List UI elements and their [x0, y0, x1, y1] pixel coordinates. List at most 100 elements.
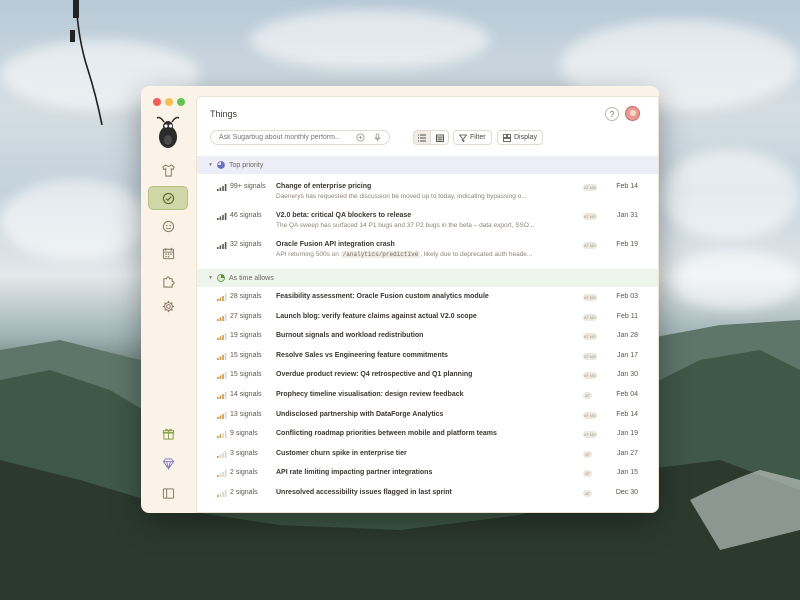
group-label: Top priority [229, 161, 264, 169]
assignee-badge: AT MO [583, 352, 597, 360]
check-circle-icon [162, 192, 174, 204]
avatar[interactable] [625, 106, 640, 121]
table-row[interactable]: 15 signals Overdue product review: Q4 ret… [197, 366, 658, 385]
group-label: As time allows [229, 274, 274, 282]
row-title: Oracle Fusion API integration crash [276, 241, 395, 248]
assignee-badge: AT [583, 450, 592, 458]
signal-strength-icon [217, 184, 227, 191]
signal-strength-icon [217, 411, 227, 419]
assignee-badge: AT [583, 392, 592, 399]
group-header-as-time-allows[interactable]: ▼ As time allows [197, 269, 658, 287]
assignee-badge: AT MO [583, 213, 597, 220]
filter-button[interactable]: Filter [453, 130, 492, 145]
sidebar-item-people[interactable] [148, 214, 188, 238]
row-title: Resolve Sales vs Engineering feature com… [276, 351, 448, 359]
sidebar-toggle-button[interactable] [148, 481, 188, 505]
signal-count: 19 signals [230, 332, 262, 340]
table-row[interactable]: 2 signals API rate limiting impacting par… [197, 464, 658, 483]
signal-strength-icon [217, 333, 227, 341]
signal-strength-icon [217, 352, 227, 360]
table-row[interactable]: 15 signals Resolve Sales vs Engineering f… [197, 347, 658, 366]
signal-strength-icon [217, 392, 227, 399]
signal-count: 46 signals [230, 212, 262, 219]
signal-strength-icon [217, 470, 227, 478]
signal-strength-icon [217, 313, 227, 321]
row-title: Burnout signals and workload redistribut… [276, 332, 424, 340]
row-date: Jan 30 [616, 371, 638, 379]
assignee-badge: AT MO [583, 242, 597, 249]
signal-count: 2 signals [230, 489, 258, 496]
endpoint-code: /analytics/predictive [340, 251, 421, 258]
sidebar-item-calendar[interactable] [148, 241, 188, 265]
signal-count: 3 signals [230, 449, 258, 457]
signal-count: 9 signals [230, 430, 258, 438]
signal-strength-icon [217, 431, 227, 439]
assignee-badge: AT [583, 490, 592, 497]
table-row[interactable]: 27 signals Launch blog: verify feature cl… [197, 308, 658, 327]
signal-count: 15 signals [230, 351, 262, 359]
filter-icon [459, 134, 467, 142]
row-description: API returning 500s on /analytics/predict… [276, 251, 556, 258]
diamond-icon [162, 457, 174, 470]
signal-strength-icon [217, 213, 227, 220]
display-icon [503, 133, 511, 142]
row-date: Jan 27 [616, 449, 638, 457]
sidebar-item-things[interactable] [148, 186, 188, 210]
signal-count: 28 signals [230, 293, 262, 300]
table-row[interactable]: 19 signals Burnout signals and workload r… [197, 327, 658, 346]
table-row[interactable]: 32 signals Oracle Fusion API integration… [197, 236, 658, 265]
help-button[interactable]: ? [605, 107, 619, 121]
table-row[interactable]: 9 signals Conflicting roadmap priorities … [197, 425, 658, 444]
row-date: Jan 17 [616, 351, 638, 359]
app-window: Things ? Filter Display ▼ Top priority [141, 86, 659, 513]
row-description: The QA sweep has surfaced 14 P1 bugs and… [276, 222, 535, 229]
maximize-window-button[interactable] [177, 98, 185, 106]
row-title: Prophecy timeline visualisation: design … [276, 391, 464, 398]
assignee-badge: AT MO [583, 184, 597, 191]
sidebar-item-integrations[interactable] [148, 269, 188, 293]
table-row[interactable]: 2 signals Unresolved accessibility issues… [197, 484, 658, 503]
row-date: Jan 15 [616, 469, 638, 477]
minimize-window-button[interactable] [165, 98, 173, 106]
list-view-button[interactable] [413, 130, 431, 145]
row-title: V2.0 beta: critical QA blockers to relea… [276, 212, 412, 219]
assignee-badge: AT MO [583, 411, 597, 419]
filter-label: Filter [470, 134, 486, 141]
row-title: Feasibility assessment: Oracle Fusion cu… [276, 293, 489, 300]
signal-count: 14 signals [230, 391, 262, 398]
priority-low-icon [217, 274, 225, 282]
assignee-badge: AT MO [583, 313, 597, 321]
caret-down-icon: ▼ [208, 162, 213, 168]
table-row[interactable]: 46 signals V2.0 beta: critical QA blocke… [197, 207, 658, 236]
table-row[interactable]: 28 signals Feasibility assessment: Oracle… [197, 288, 658, 307]
sidebar-item-inbox[interactable] [148, 158, 188, 182]
sidebar-item-gift[interactable] [148, 421, 188, 445]
table-row[interactable]: 13 signals Undisclosed partnership with D… [197, 406, 658, 425]
row-date: Feb 03 [616, 293, 638, 300]
desc-suffix: , likely due to deprecated auth heade... [420, 251, 533, 258]
table-row[interactable]: 99+ signals Change of enterprise pricing… [197, 178, 658, 207]
display-button[interactable]: Display [497, 130, 543, 145]
group-header-top-priority[interactable]: ▼ Top priority [197, 156, 658, 174]
add-context-icon[interactable] [356, 133, 365, 142]
calendar-view-button[interactable] [431, 130, 449, 145]
view-toggle [413, 130, 449, 145]
list-icon [418, 134, 426, 141]
row-title: API rate limiting impacting partner inte… [276, 469, 433, 477]
signal-strength-icon [217, 242, 227, 249]
signal-count: 27 signals [230, 312, 262, 320]
assignee-badge: AT MO [583, 294, 597, 301]
microphone-icon[interactable] [373, 133, 382, 142]
desc-prefix: API returning 500s on [276, 251, 339, 258]
table-row[interactable]: 3 signals Customer churn spike in enterpr… [197, 445, 658, 464]
row-description: Daenerys has requested the discussion be… [276, 193, 527, 200]
sidebar-item-premium[interactable] [148, 451, 188, 475]
table-row[interactable]: 14 signals Prophecy timeline visualisatio… [197, 386, 658, 405]
row-date: Feb 14 [616, 183, 638, 190]
row-title: Conflicting roadmap priorities between m… [276, 430, 497, 438]
gift-icon [162, 428, 174, 440]
sidebar-item-settings[interactable] [148, 294, 188, 318]
main-panel: Things ? Filter Display ▼ Top priority [196, 96, 659, 513]
close-window-button[interactable] [153, 98, 161, 106]
bug-logo-icon [156, 116, 180, 148]
